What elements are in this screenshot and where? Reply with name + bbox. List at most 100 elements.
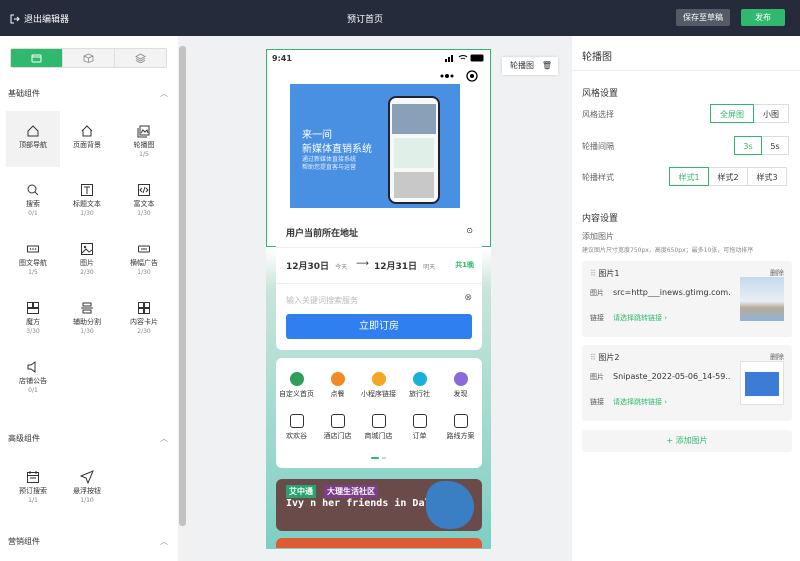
link-key-label: 链接 — [590, 398, 604, 406]
nav-item-icon — [453, 372, 468, 386]
tab-layers[interactable] — [115, 49, 166, 67]
style-small-option[interactable]: 小图 — [753, 104, 789, 123]
carousel-style-2[interactable]: 样式2 — [708, 167, 748, 186]
mockup-grid — [394, 138, 434, 168]
component-send[interactable]: 悬浮按钮 1/10 — [60, 457, 114, 513]
drag-handle[interactable]: ⠿ 图片1 — [590, 268, 620, 279]
tab-components[interactable] — [11, 49, 63, 67]
nav-item-label: 自定义首页 — [279, 390, 314, 398]
component-home[interactable]: 顶部导航 — [6, 111, 60, 167]
component-picture[interactable]: 图片 2/30 — [60, 229, 114, 285]
nav-item-label: 旅行社 — [409, 390, 430, 398]
image-2-thumbnail[interactable] — [740, 361, 784, 405]
image-2-link-text: 请选择跳转链接 — [613, 398, 662, 406]
nav-item[interactable]: 欢欢谷 — [276, 414, 317, 441]
nav-item[interactable]: 订单 — [399, 414, 440, 441]
interval-5s-option[interactable]: 5s — [761, 136, 789, 155]
component-code[interactable]: 富文本 1/30 — [117, 170, 171, 226]
component-label: 搜索 — [26, 200, 40, 208]
mini-program-capsule[interactable] — [432, 66, 486, 86]
clear-icon[interactable]: ⊗ — [464, 293, 472, 303]
interval-3s-option[interactable]: 3s — [734, 136, 762, 155]
component-search[interactable]: 搜索 0/1 — [6, 170, 60, 226]
promo-tag2: 大理生活社区 — [324, 485, 378, 498]
component-calendar[interactable]: 预订搜索 1/1 — [6, 457, 60, 513]
component-banner[interactable]: 横幅广告 1/30 — [117, 229, 171, 285]
section-advanced[interactable]: 高级组件 ︿ — [8, 433, 168, 444]
nav-item[interactable]: 发现 — [440, 372, 481, 399]
style-fullscreen-option[interactable]: 全屏图 — [710, 104, 754, 123]
save-draft-button[interactable]: 保存至草稿 — [676, 9, 730, 26]
style-select-label: 风格选择 — [582, 110, 614, 119]
nav-pager-dots — [371, 457, 386, 459]
image-1-src: src=http___inews.gtimg.com... — [613, 288, 731, 297]
nav-item[interactable]: 自定义首页 — [276, 372, 317, 399]
nav-item-label: 酒店门店 — [323, 432, 352, 440]
image-2-link-select[interactable]: 请选择跳转链接 › — [613, 397, 667, 407]
component-count: 1/30 — [80, 210, 94, 217]
image-item-1[interactable]: ⠿ 图片1 删除 图片 src=http___inews.gtimg.com..… — [582, 261, 792, 337]
component-divider[interactable]: 辅助分割 1/30 — [60, 288, 114, 344]
banner-icon — [138, 245, 150, 253]
address-label[interactable]: 用户当前所在地址 — [286, 226, 358, 239]
nav-item[interactable]: 小程序链接 — [358, 372, 399, 399]
more-and-close-icon — [440, 70, 478, 82]
checkout-date[interactable]: 12月31日 明天 — [374, 259, 435, 272]
component-image-stack[interactable]: 轮播图 1/5 — [117, 111, 171, 167]
nav-item-icon — [289, 372, 304, 386]
checkin-tag: 今天 — [335, 264, 348, 271]
component-cube[interactable]: 魔方 3/30 — [6, 288, 60, 344]
promo-title: Ivy n her friends in Dali — [286, 498, 437, 509]
trash-icon[interactable]: 🗑 — [542, 57, 552, 75]
nav-item-icon — [412, 372, 427, 386]
image-1-thumbnail[interactable] — [740, 277, 784, 321]
mockup-bottom — [394, 172, 434, 198]
nav-item[interactable]: 旅行社 — [399, 372, 440, 399]
checkin-date[interactable]: 12月30日 今天 — [286, 259, 347, 272]
book-now-button[interactable]: 立即订房 — [286, 314, 472, 339]
divider — [276, 283, 482, 284]
component-label: 魔方 — [26, 318, 40, 326]
publish-button[interactable]: 发布 — [741, 9, 785, 26]
style-segment: 全屏图 小图 — [710, 104, 789, 123]
nav-item-icon — [371, 372, 386, 386]
component-dots[interactable]: 图文导航 1/5 — [6, 229, 60, 285]
component-panel: 基础组件 ︿ 高级组件 ︿ 营销组件 ︿ 顶部导航 页面背景 轮播图 1/5 搜索 0/1… — [0, 36, 178, 561]
promo-banner[interactable]: 艾中通 大理生活社区 Ivy n her friends in Dali — [276, 479, 482, 531]
signal-wifi-battery-icon — [445, 54, 484, 62]
image-item-2[interactable]: ⠿ 图片2 删除 图片 Snipaste_2022-05-06_14-59...… — [582, 345, 792, 421]
carousel-style-3[interactable]: 样式3 — [747, 167, 787, 186]
component-cards[interactable]: 内容卡片 2/30 — [117, 288, 171, 344]
left-scrollbar[interactable] — [178, 36, 187, 561]
size-hint: 建议图片尺寸宽度750px，高度650px；最多10张，可拖动排序 — [582, 247, 754, 254]
add-image-button[interactable]: + 添加图片 — [582, 430, 792, 452]
location-icon[interactable]: ⊙ — [466, 226, 473, 235]
carousel-tag[interactable]: 轮播图 🗑 — [502, 57, 558, 75]
drag-handle[interactable]: ⠿ 图片2 — [590, 352, 620, 363]
carousel-banner[interactable]: 来一间 新媒体直销系统 通过新媒体直接系统 帮助您提直客与运营 — [290, 84, 460, 208]
image-1-link-select[interactable]: 请选择跳转链接 › — [613, 313, 667, 323]
tab-templates[interactable] — [63, 49, 115, 67]
banner-line3: 通过新媒体直接系统 帮助您提直客与运营 — [302, 156, 357, 171]
search-icon — [27, 184, 39, 196]
component-speaker[interactable]: 店铺公告 0/1 — [6, 347, 60, 403]
nav-item[interactable]: 路线方案 — [440, 414, 481, 441]
nav-item[interactable]: 商城门店 — [358, 414, 399, 441]
nav-item[interactable]: 酒店门店 — [317, 414, 358, 441]
section-basic[interactable]: 基础组件 ︿ — [8, 88, 168, 99]
checkout-tag: 明天 — [423, 264, 436, 271]
nav-item-label: 路线方案 — [446, 432, 475, 440]
component-label: 富文本 — [133, 200, 155, 208]
section-marketing[interactable]: 营销组件 ︿ — [8, 536, 168, 547]
calendar-icon — [27, 471, 39, 483]
component-text[interactable]: 标题文本 1/30 — [60, 170, 114, 226]
promo-banner-2[interactable] — [276, 538, 482, 548]
keyword-input[interactable]: 输入关键词搜索服务 — [286, 295, 358, 306]
nav-item-label: 点餐 — [330, 390, 345, 398]
component-home-outline[interactable]: 页面背景 — [60, 111, 114, 167]
nav-item[interactable]: 点餐 — [317, 372, 358, 399]
scrollbar-thumb[interactable] — [179, 46, 186, 526]
component-count: 0/1 — [28, 387, 38, 394]
component-count: 1/5 — [28, 269, 38, 276]
carousel-style-1[interactable]: 样式1 — [669, 167, 709, 186]
